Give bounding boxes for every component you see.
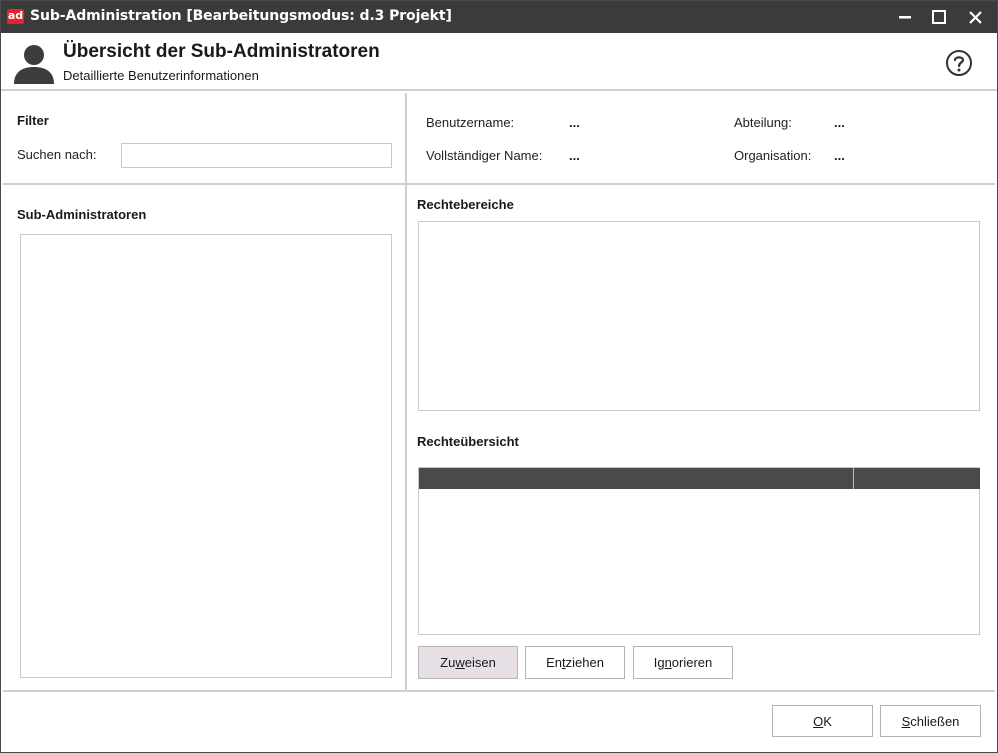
search-input[interactable] [121, 143, 392, 168]
help-icon[interactable] [945, 49, 973, 77]
maximize-button[interactable] [921, 1, 957, 33]
page-title: Übersicht der Sub-Administratoren [63, 41, 380, 62]
revoke-label-rest: ziehen [565, 655, 604, 670]
grid-header [419, 468, 980, 489]
filter-heading: Filter [17, 113, 49, 128]
revoke-label: En [546, 655, 562, 670]
ok-label: K [823, 713, 832, 729]
ignore-label: Ig [653, 655, 665, 670]
department-value: ... [834, 115, 845, 130]
revoke-button[interactable]: En t ziehen [525, 646, 625, 679]
search-label: Suchen nach: [17, 147, 97, 162]
title-bar[interactable]: ad Sub-Administration [Bearbeitungsmodus… [1, 1, 997, 33]
department-label: Abteilung: [734, 115, 792, 130]
assign-label: Zu [440, 655, 456, 670]
rights-areas-list[interactable] [418, 221, 980, 411]
app-logo-icon: ad [7, 9, 24, 24]
assign-label-rest: eisen [464, 655, 496, 670]
close-mnemonic: S [901, 713, 911, 729]
fullname-label: Vollständiger Name: [426, 148, 543, 163]
page-subtitle: Detaillierte Benutzerinformationen [63, 68, 259, 83]
fullname-value: ... [569, 148, 580, 163]
organisation-label: Organisation: [734, 148, 812, 163]
assign-button[interactable]: Zu w eisen [418, 646, 518, 679]
close-dialog-button[interactable]: Schließen [880, 705, 981, 737]
maximize-icon [932, 10, 946, 24]
rights-overview-heading: Rechteübersicht [417, 434, 519, 449]
section-divider [3, 183, 995, 185]
page-header: Übersicht der Sub-Administratoren Detail… [1, 33, 997, 91]
rights-areas-heading: Rechtebereiche [417, 197, 514, 212]
minimize-button[interactable] [887, 1, 923, 33]
rights-overview-grid[interactable] [418, 467, 980, 635]
window-title: Sub-Administration [Bearbeitungsmodus: d… [30, 8, 452, 24]
username-value: ... [569, 115, 580, 130]
organisation-value: ... [834, 148, 845, 163]
user-icon [14, 45, 54, 84]
username-label: Benutzername: [426, 115, 515, 130]
grid-column-header[interactable] [854, 468, 980, 489]
subadmins-list[interactable] [20, 234, 392, 678]
ignore-label-rest: orieren [671, 655, 713, 670]
close-label: chließen [910, 713, 960, 729]
ok-mnemonic: O [813, 713, 824, 729]
sub-administration-window: ad Sub-Administration [Bearbeitungsmodus… [0, 0, 998, 753]
close-button[interactable] [957, 1, 993, 33]
close-icon [968, 10, 982, 24]
section-divider [405, 93, 407, 691]
assign-mnemonic: w [455, 655, 465, 670]
ignore-mnemonic: n [664, 655, 672, 670]
ignore-button[interactable]: Ig n orieren [633, 646, 733, 679]
minimize-icon [899, 16, 911, 19]
ok-button[interactable]: OK [772, 705, 873, 737]
subadmins-heading: Sub-Administratoren [17, 207, 147, 222]
grid-column-header[interactable] [419, 468, 853, 489]
